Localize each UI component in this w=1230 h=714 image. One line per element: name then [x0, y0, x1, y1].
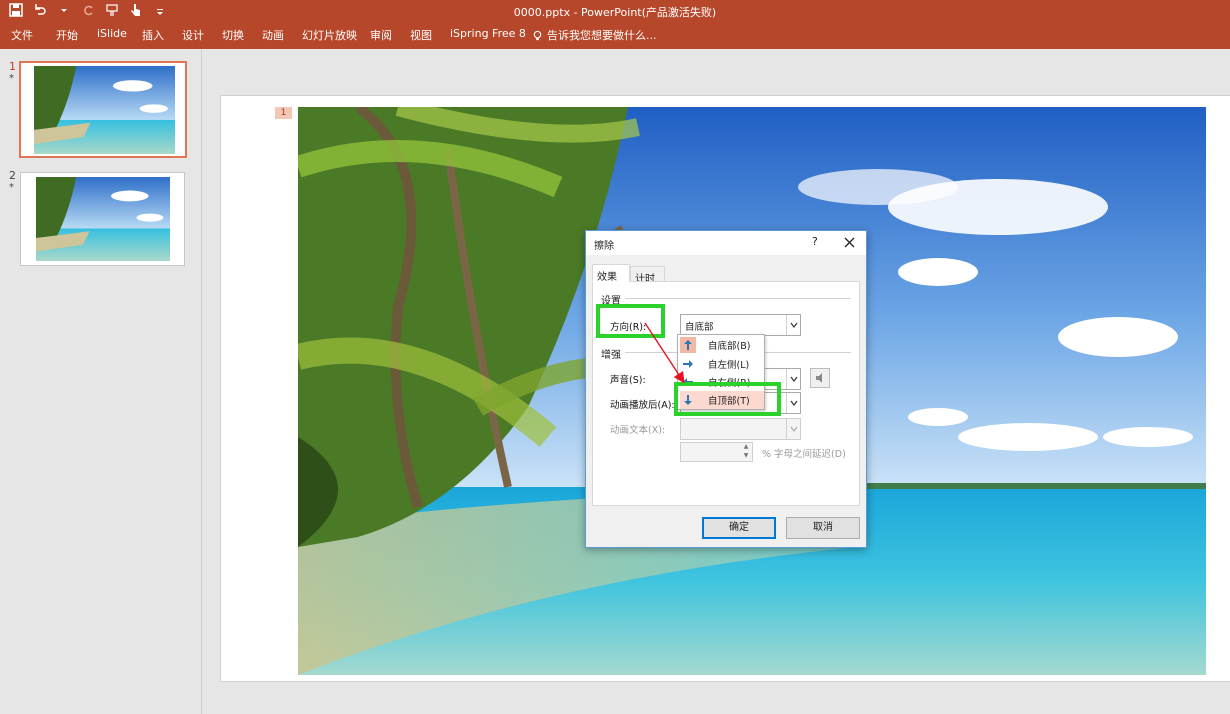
annotation-arrow: [644, 322, 685, 384]
tab-effect[interactable]: 效果: [592, 264, 630, 283]
